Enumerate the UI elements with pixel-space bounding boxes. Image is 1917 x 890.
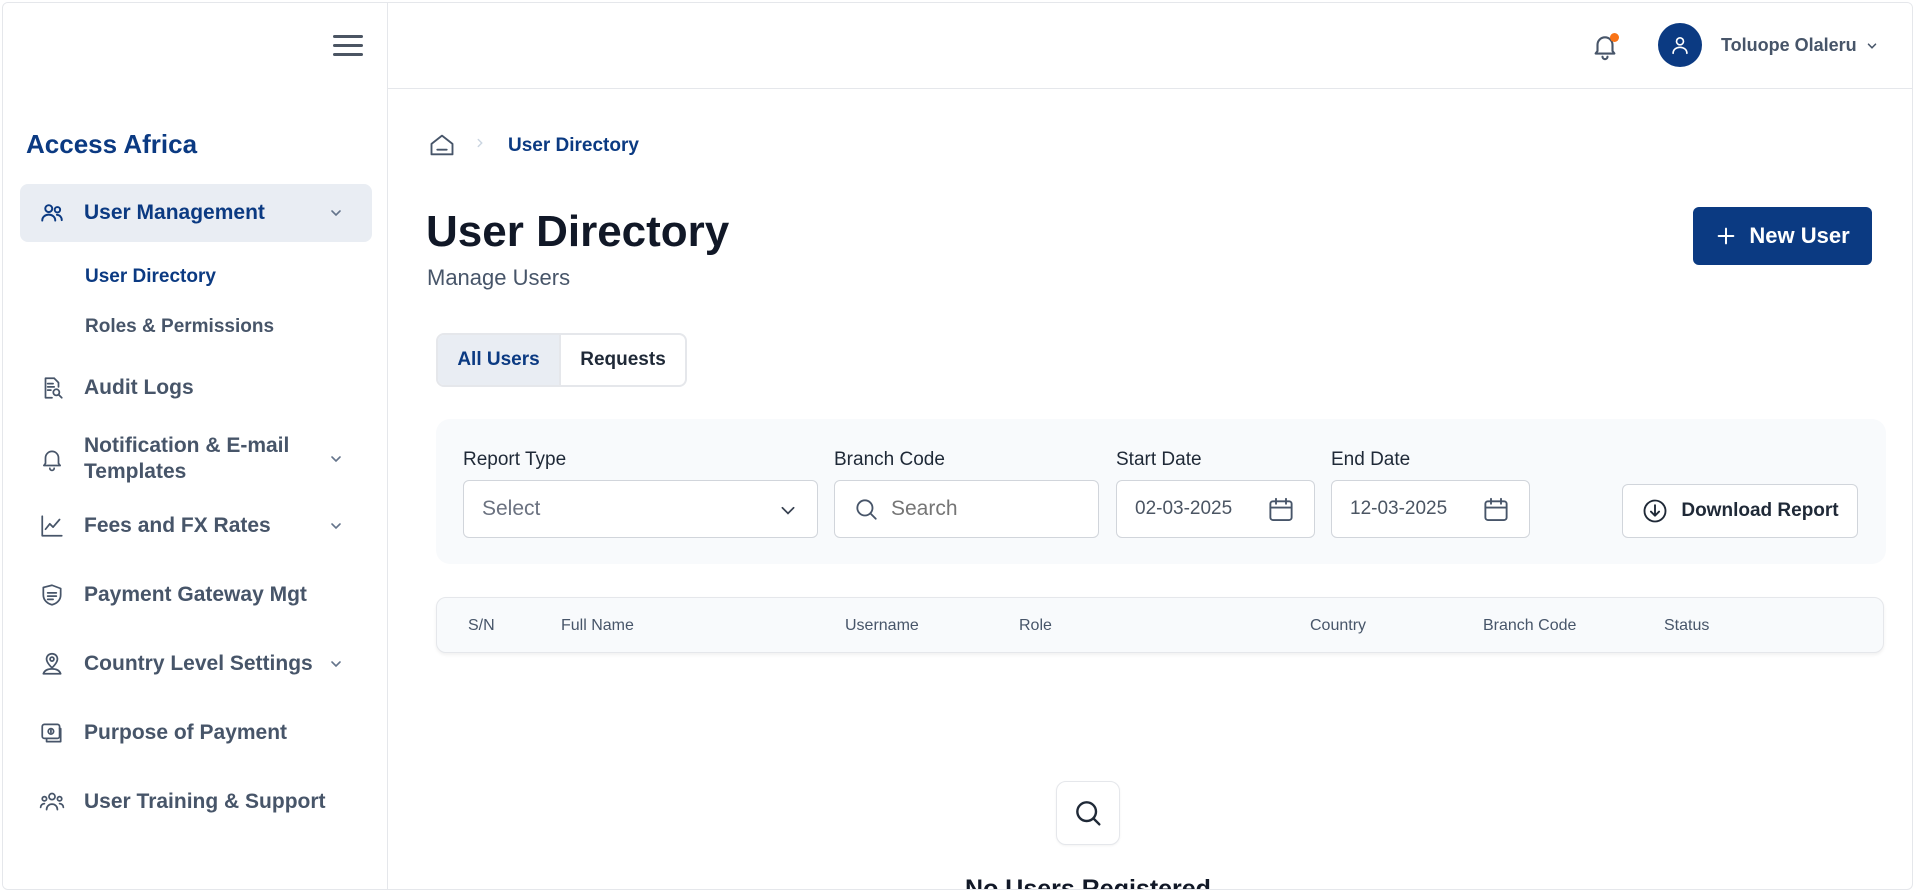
page-title: User Directory: [426, 207, 730, 256]
branch-code-search[interactable]: [834, 480, 1099, 538]
payment-icon: [38, 719, 66, 747]
gateway-icon: [38, 581, 66, 609]
branch-code-input[interactable]: [891, 497, 1081, 521]
sidebar-item-purpose-of-payment[interactable]: Purpose of Payment: [20, 704, 372, 762]
report-type-value: Select: [482, 497, 541, 520]
column-header-branch-code[interactable]: Branch Code: [1483, 617, 1576, 635]
sidebar-item-fees-fx-rates[interactable]: Fees and FX Rates: [20, 497, 372, 555]
page-subtitle: Manage Users: [427, 265, 571, 290]
report-type-label: Report Type: [463, 449, 567, 470]
new-user-button[interactable]: New User: [1693, 207, 1872, 265]
report-type-select[interactable]: Select: [463, 480, 818, 538]
empty-state-search-icon: [1056, 781, 1120, 845]
app-window: Access Africa User Management User Direc…: [2, 2, 1913, 890]
sidebar-item-payment-gateway[interactable]: Payment Gateway Mgt: [20, 566, 372, 624]
calendar-icon[interactable]: [1481, 495, 1511, 525]
sidebar-item-label: User Management: [84, 201, 265, 224]
brand-title: Access Africa: [26, 129, 198, 159]
users-icon: [38, 199, 66, 227]
notifications-bell-icon[interactable]: [1590, 31, 1620, 61]
download-report-button[interactable]: Download Report: [1622, 484, 1858, 538]
plus-icon: [1718, 227, 1735, 245]
filter-panel: Report Type Select Branch Code Start Dat…: [436, 419, 1886, 564]
user-name[interactable]: Toluope Olaleru: [1721, 35, 1857, 56]
column-header-country[interactable]: Country: [1310, 617, 1366, 635]
sidebar-item-audit-logs[interactable]: Audit Logs: [20, 359, 372, 417]
sidebar-item-country-settings[interactable]: Country Level Settings: [20, 635, 372, 693]
main-content: User Directory User Directory Manage Use…: [388, 89, 1912, 890]
column-header-full-name[interactable]: Full Name: [561, 617, 634, 635]
download-icon: [1643, 499, 1667, 523]
download-report-label: Download Report: [1681, 500, 1839, 521]
calendar-icon[interactable]: [1266, 495, 1296, 525]
chevron-down-icon[interactable]: [1865, 39, 1879, 53]
sidebar-item-label: Audit Logs: [84, 376, 194, 399]
column-header-sn[interactable]: S/N: [468, 617, 495, 635]
sidebar-subitem-roles-permissions[interactable]: Roles & Permissions: [85, 316, 274, 338]
end-date-value: 12-03-2025: [1350, 498, 1448, 519]
start-date-value: 02-03-2025: [1135, 498, 1233, 519]
end-date-picker[interactable]: 12-03-2025: [1331, 480, 1530, 538]
column-header-role[interactable]: Role: [1019, 617, 1052, 635]
sidebar-item-training-support[interactable]: User Training & Support: [20, 773, 372, 831]
sidebar-item-label: Fees and FX Rates: [84, 514, 271, 537]
tab-requests[interactable]: Requests: [561, 335, 685, 385]
sidebar: Access Africa User Management User Direc…: [3, 3, 388, 889]
sidebar-subitem-user-directory[interactable]: User Directory: [85, 266, 216, 288]
start-date-label: Start Date: [1116, 449, 1202, 470]
column-header-username[interactable]: Username: [845, 617, 919, 635]
chevron-down-icon: [331, 210, 341, 217]
table-header: S/N Full Name Username Role Country Bran…: [436, 597, 1884, 653]
new-user-label: New User: [1749, 223, 1850, 248]
avatar[interactable]: [1658, 23, 1702, 67]
sidebar-item-label: Notification & E-mail Templates: [84, 434, 290, 483]
bell-icon: [38, 445, 66, 473]
sidebar-item-label: Country Level Settings: [84, 652, 313, 675]
branch-code-label: Branch Code: [834, 449, 945, 470]
chevron-down-icon: [331, 661, 341, 668]
end-date-label: End Date: [1331, 449, 1411, 470]
sidebar-item-label: Payment Gateway Mgt: [84, 583, 307, 606]
start-date-picker[interactable]: 02-03-2025: [1116, 480, 1315, 538]
menu-toggle-icon[interactable]: [333, 33, 363, 57]
sidebar-item-label: Purpose of Payment: [84, 721, 288, 744]
notification-dot: [1610, 33, 1619, 42]
tab-all-users[interactable]: All Users: [438, 335, 561, 385]
search-icon: [856, 499, 877, 520]
home-icon[interactable]: [428, 131, 456, 159]
breadcrumb-current: User Directory: [508, 135, 639, 156]
topbar: Toluope Olaleru: [388, 3, 1912, 89]
sidebar-item-user-management[interactable]: User Management: [20, 184, 372, 242]
chevron-down-icon: [331, 456, 341, 463]
chevron-down-icon: [331, 523, 341, 530]
sidebar-item-label: User Training & Support: [84, 790, 326, 813]
support-users-icon: [38, 788, 66, 816]
document-search-icon: [38, 374, 66, 402]
location-user-icon: [38, 650, 66, 678]
chevron-down-icon: [781, 506, 795, 515]
empty-state-title: No Users Registered: [965, 875, 1211, 890]
column-header-status[interactable]: Status: [1664, 617, 1709, 635]
chart-line-icon: [38, 512, 66, 540]
tabs: All Users Requests: [436, 333, 687, 387]
sidebar-item-notification-templates[interactable]: Notification & E-mail Templates: [20, 428, 372, 490]
chevron-right-icon: [477, 138, 483, 148]
